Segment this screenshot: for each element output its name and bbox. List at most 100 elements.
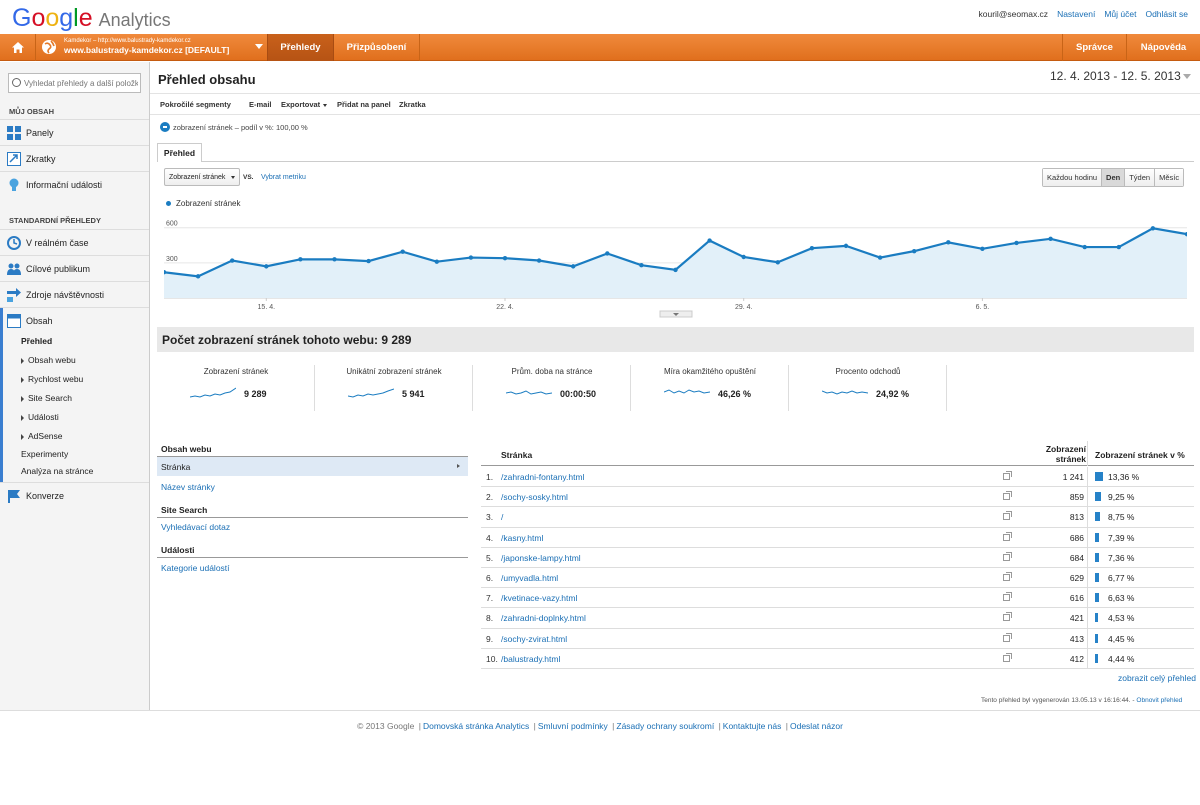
sidebar-item-audience[interactable]: Cílové publikum	[0, 255, 149, 281]
data-point[interactable]	[707, 238, 712, 243]
scorecard[interactable]: Unikátní zobrazení stránek 5 941	[315, 365, 473, 411]
tab-overview[interactable]: Přehled	[157, 143, 202, 162]
dimension-search-term-link[interactable]: Vyhledávací dotaz	[161, 522, 230, 532]
data-point[interactable]	[536, 258, 542, 263]
footer-link-terms[interactable]: Smluvní podmínky	[538, 721, 608, 731]
external-link-icon[interactable]	[1003, 572, 1012, 581]
footer-link-privacy[interactable]: Zásady ochrany soukromí	[616, 721, 714, 731]
data-point[interactable]	[332, 257, 337, 262]
data-point[interactable]	[264, 264, 269, 269]
external-link-icon[interactable]	[1003, 551, 1012, 561]
sidebar-item-real-time[interactable]: V reálném čase	[0, 229, 149, 255]
table-row[interactable]: 7. /kvetinace-vazy.html 616 6,63 %	[481, 588, 1194, 609]
table-row[interactable]: 2. /sochy-sosky.html 859 9,25 %	[481, 487, 1194, 508]
sidebar-item-intelligence-events[interactable]: Informační události	[0, 171, 149, 197]
tab-reports[interactable]: Přehledy	[267, 34, 334, 61]
external-link-icon[interactable]	[1003, 592, 1012, 602]
shortcut-button[interactable]: Zkratka	[399, 100, 426, 109]
page-link[interactable]: /kasny.html	[501, 533, 543, 543]
data-point[interactable]	[298, 257, 303, 262]
tab-help[interactable]: Nápověda	[1126, 34, 1200, 61]
chevron-down-icon[interactable]	[255, 44, 263, 49]
data-point[interactable]	[741, 254, 746, 260]
scorecard[interactable]: Míra okamžitého opuštění 46,26 %	[631, 365, 789, 411]
metric-dropdown[interactable]: Zobrazení stránek	[164, 168, 240, 186]
footer-link-contact[interactable]: Kontaktujte nás	[723, 721, 782, 731]
data-point[interactable]	[400, 249, 405, 254]
sidebar-item-shortcuts[interactable]: Zkratky	[0, 145, 149, 171]
tab-customization[interactable]: Přizpůsobení	[334, 34, 420, 61]
dimension-event-category-link[interactable]: Kategorie událostí	[161, 563, 230, 573]
sidebar-subitem-overview[interactable]: Přehled	[21, 336, 52, 346]
week-button[interactable]: Týden	[1125, 169, 1156, 186]
account-selector[interactable]: Kamdekor – http://www.balustrady-kamdeko…	[64, 37, 229, 56]
sidebar-item-content[interactable]: Obsah	[0, 307, 149, 333]
data-point[interactable]	[809, 246, 815, 251]
table-row[interactable]: 1. /zahradni-fontany.html 1 241 13,36 %	[481, 467, 1194, 488]
external-link-icon[interactable]	[1003, 531, 1012, 541]
data-point[interactable]	[1014, 240, 1019, 246]
sidebar-subitem-site-speed[interactable]: Rychlost webu	[21, 374, 83, 384]
external-link-icon[interactable]	[1003, 511, 1012, 521]
page-link[interactable]: /balustrady.html	[501, 654, 560, 664]
column-header-pageviews[interactable]: Zobrazení stránek	[1031, 444, 1086, 464]
page-link[interactable]: /	[501, 512, 503, 522]
sidebar-item-traffic-sources[interactable]: Zdroje návštěvnosti	[0, 281, 149, 307]
data-point[interactable]	[946, 240, 951, 245]
hourly-button[interactable]: Každou hodinu	[1043, 169, 1103, 186]
table-row[interactable]: 9. /sochy-zvirat.html 413 4,45 %	[481, 628, 1194, 649]
external-link-icon[interactable]	[1003, 632, 1012, 642]
data-point[interactable]	[912, 248, 917, 254]
data-point[interactable]	[366, 258, 371, 264]
page-link[interactable]: /zahradni-doplnky.html	[501, 613, 586, 623]
data-point[interactable]	[605, 251, 610, 256]
home-button[interactable]	[0, 34, 36, 61]
data-point[interactable]	[877, 255, 883, 260]
page-link[interactable]: /japonske-lampy.html	[501, 553, 581, 563]
dimension-page-title-link[interactable]: Název stránky	[161, 482, 215, 492]
table-row[interactable]: 10./balustrady.html 412 4,44 %	[481, 648, 1194, 669]
report-search[interactable]	[8, 73, 141, 93]
sidebar-item-conversions[interactable]: Konverze	[0, 482, 149, 508]
export-button[interactable]: Exportovat	[281, 100, 327, 109]
column-header-page[interactable]: Stránka	[501, 450, 532, 460]
refresh-report-link[interactable]: Obnovit přehled	[1136, 697, 1182, 704]
view-full-report-link[interactable]: zobrazit celý přehled	[1118, 673, 1196, 683]
chevron-down-icon[interactable]	[1183, 74, 1191, 79]
external-link-icon[interactable]	[1003, 471, 1012, 480]
table-row[interactable]: 5. /japonske-lampy.html 684 7,36 %	[481, 547, 1194, 568]
data-point[interactable]	[639, 263, 644, 268]
external-link-icon[interactable]	[1003, 491, 1012, 501]
page-link[interactable]: /kvetinace-vazy.html	[501, 593, 577, 603]
data-point[interactable]	[1048, 236, 1053, 242]
scorecard[interactable]: Zobrazení stránek 9 289	[157, 365, 315, 411]
sidebar-subitem-site-search[interactable]: Site Search	[21, 393, 72, 403]
table-row[interactable]: 8. /zahradni-doplnky.html 421 4,53 %	[481, 608, 1194, 629]
table-row[interactable]: 4. /kasny.html 686 7,39 %	[481, 527, 1194, 548]
sidebar-subitem-experiments[interactable]: Experimenty	[21, 449, 68, 459]
search-input[interactable]	[24, 76, 138, 90]
sidebar-subitem-in-page-analytics[interactable]: Analýza na stránce	[21, 466, 93, 476]
segment-chip[interactable]: zobrazení stránek – podíl v %: 100,00 %	[160, 122, 308, 132]
sidebar-subitem-site-content[interactable]: Obsah webu	[21, 355, 76, 365]
google-analytics-logo[interactable]: Google Analytics	[12, 4, 171, 33]
data-point[interactable]	[1150, 226, 1156, 231]
email-button[interactable]: E-mail	[249, 100, 272, 109]
page-link[interactable]: /sochy-zvirat.html	[501, 634, 567, 644]
day-button[interactable]: Den	[1102, 169, 1126, 186]
settings-link[interactable]: Nastavení	[1057, 9, 1095, 19]
scorecard[interactable]: Prům. doba na stránce 00:00:50	[473, 365, 631, 411]
my-account-link[interactable]: Můj účet	[1104, 9, 1136, 19]
scorecard[interactable]: Procento odchodů 24,92 %	[789, 365, 947, 411]
data-point[interactable]	[1116, 244, 1121, 250]
sign-out-link[interactable]: Odhlásit se	[1145, 9, 1188, 19]
table-row[interactable]: 3. / 813 8,75 %	[481, 507, 1194, 528]
footer-link-home[interactable]: Domovská stránka Analytics	[423, 721, 529, 731]
advanced-segments-button[interactable]: Pokročilé segmenty	[160, 100, 231, 109]
data-point[interactable]	[843, 243, 849, 249]
data-point[interactable]	[673, 267, 678, 273]
add-to-dashboard-button[interactable]: Přidat na panel	[337, 100, 391, 109]
data-point[interactable]	[195, 274, 201, 279]
external-link-icon[interactable]	[1003, 652, 1012, 662]
data-point[interactable]	[775, 260, 780, 265]
